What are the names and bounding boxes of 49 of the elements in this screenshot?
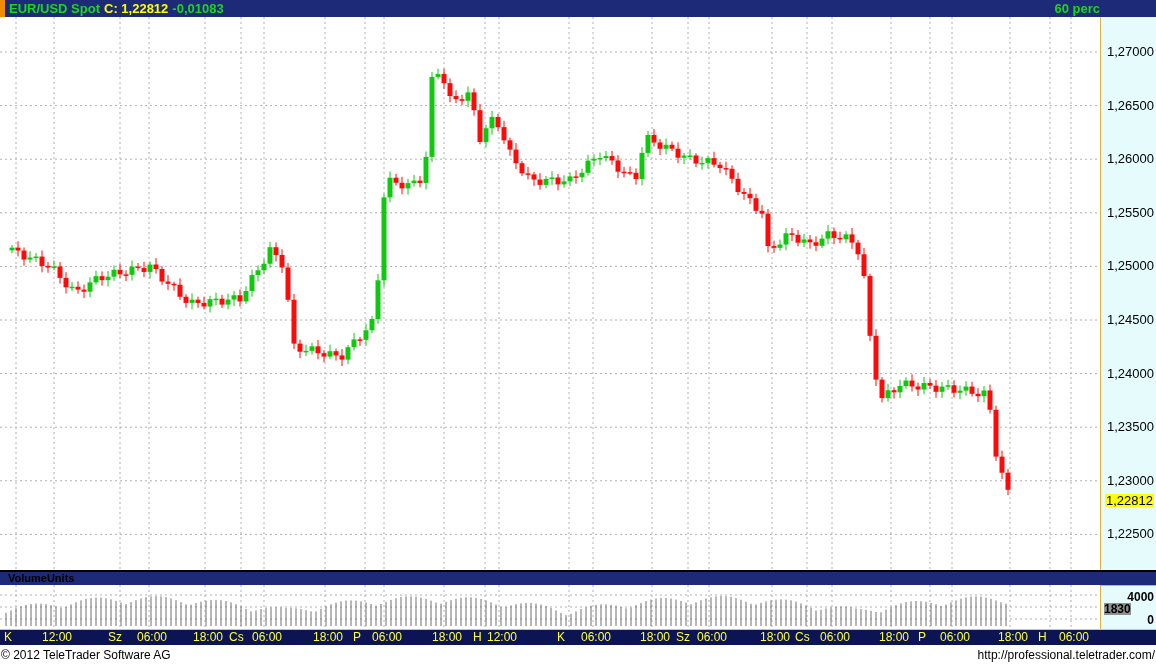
- price-axis-label: 1,24000: [1107, 366, 1154, 380]
- volume-current-label: 1830: [1104, 603, 1131, 615]
- time-axis-label: 18:00: [313, 631, 344, 643]
- time-axis-label: 18:00: [432, 631, 463, 643]
- interval-label: 60 perc: [1054, 2, 1100, 15]
- time-axis-label: 12:00: [487, 631, 518, 643]
- volume-axis-label: 0: [1147, 614, 1154, 626]
- time-axis-label: Cs: [229, 631, 244, 643]
- price-axis-label: 1,24500: [1107, 313, 1154, 326]
- instrument-name: EUR/USD Spot: [9, 2, 100, 15]
- time-axis-label: Sz: [676, 631, 690, 643]
- time-axis-label: 06:00: [372, 631, 403, 643]
- price-change: -0,01083: [172, 2, 224, 15]
- time-axis-label: 18:00: [879, 631, 910, 643]
- volume-axis-label: 4000: [1127, 591, 1154, 603]
- time-axis-label: 18:00: [193, 631, 224, 643]
- time-axis-label: 06:00: [697, 631, 728, 643]
- time-axis-label: 06:00: [820, 631, 851, 643]
- time-axis-label: 06:00: [252, 631, 283, 643]
- price-axis-label: 1,27000: [1107, 45, 1154, 58]
- time-axis-label: 18:00: [760, 631, 791, 643]
- time-axis-label: H: [1038, 631, 1047, 643]
- time-axis-label: K: [557, 631, 565, 643]
- price-axis-label: 1,26500: [1107, 98, 1154, 112]
- time-axis-label: P: [353, 631, 361, 643]
- time-axis-label: 06:00: [940, 631, 971, 643]
- time-axis-label: 18:00: [640, 631, 671, 643]
- time-axis-label: K: [4, 631, 12, 643]
- time-axis-label: 06:00: [581, 631, 612, 643]
- time-axis-label: Sz: [108, 631, 122, 643]
- marker-icon: [0, 0, 5, 17]
- price-axis-label: 1,23500: [1107, 420, 1154, 434]
- price-axis-label: 1,25000: [1107, 259, 1154, 273]
- time-axis-label: 12:00: [42, 631, 73, 643]
- copyright-text: © 2012 TeleTrader Software AG: [1, 646, 171, 664]
- volume-panel-title: VolumeUnits: [8, 573, 75, 584]
- time-axis-label: 18:00: [998, 631, 1029, 643]
- current-price-label: 1,22812: [1105, 493, 1154, 507]
- time-axis-label: 06:00: [137, 631, 168, 643]
- website-url: http://professional.teletrader.com/: [977, 646, 1155, 664]
- price-axis-label: 1,23000: [1107, 473, 1154, 487]
- time-axis-label: P: [918, 631, 926, 643]
- price-axis-label: 1,22500: [1107, 527, 1154, 541]
- time-axis-label: H: [473, 631, 482, 643]
- close-price: C: 1,22812: [104, 2, 169, 15]
- time-axis-label: 06:00: [1059, 631, 1090, 643]
- time-axis-label: Cs: [795, 631, 810, 643]
- price-axis-label: 1,25500: [1107, 205, 1154, 219]
- price-axis-label: 1,26000: [1107, 152, 1154, 166]
